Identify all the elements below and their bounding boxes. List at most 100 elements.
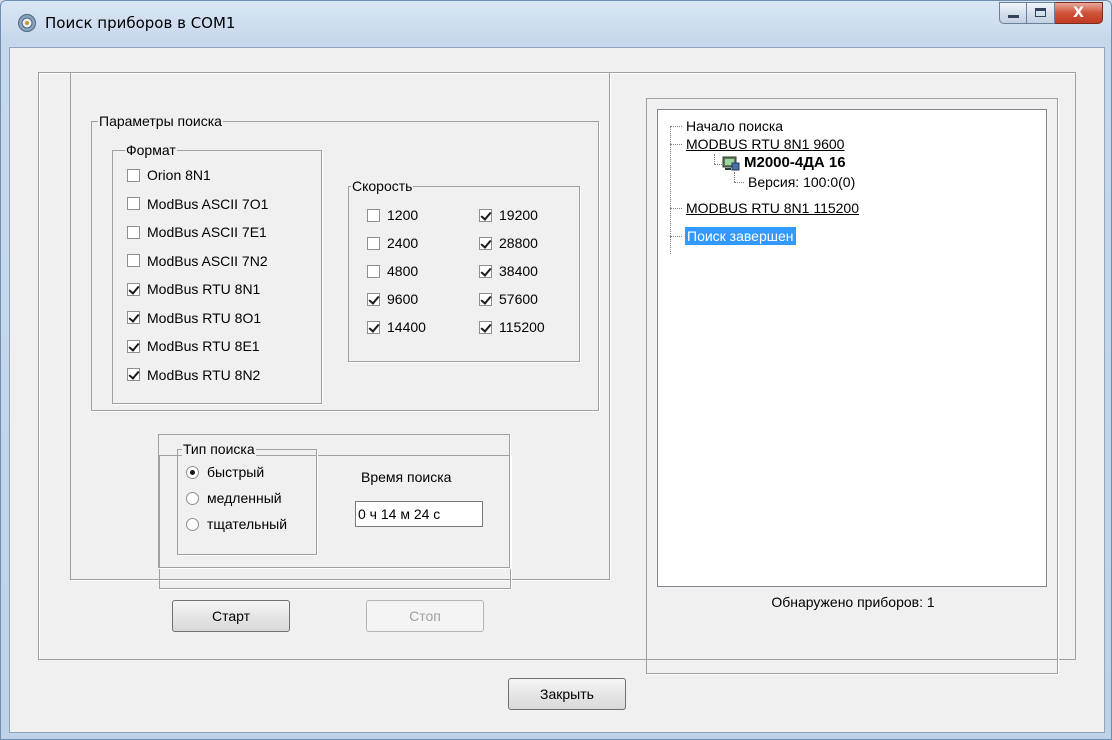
start-button[interactable]: Старт — [172, 600, 290, 632]
checkbox-unchecked-icon[interactable] — [127, 168, 140, 182]
speed-checkbox[interactable]: 4800 — [367, 261, 418, 281]
checkbox-checked-icon[interactable] — [127, 368, 140, 381]
checkbox-unchecked-icon[interactable] — [127, 197, 140, 210]
title-bar[interactable]: Поиск приборов в COM1 X — [1, 1, 1111, 47]
checkbox-unchecked-icon[interactable] — [127, 225, 140, 239]
tree-item-version[interactable]: Версия: 100:0(0) — [748, 173, 855, 191]
search-params-legend: Параметры поиска — [98, 112, 223, 130]
checkbox-unchecked-icon[interactable] — [367, 264, 380, 278]
tree-item-group-115200[interactable]: MODBUS RTU 8N1 115200 — [686, 199, 859, 217]
speed-legend: Скорость — [351, 177, 414, 195]
checkbox-label: ModBus RTU 8N1 — [147, 281, 261, 297]
radio-label: медленный — [207, 490, 282, 506]
checkbox-checked-icon[interactable] — [479, 292, 492, 306]
format-checkbox[interactable]: ModBus ASCII 7E1 — [127, 222, 267, 242]
format-checkbox[interactable]: Orion 8N1 — [127, 165, 211, 185]
dialog-client-area: Параметры поиска Формат Orion 8N1 ModBus … — [9, 47, 1105, 733]
radio-unselected-icon[interactable] — [186, 491, 199, 505]
checkbox-checked-icon[interactable] — [479, 320, 492, 334]
caption-buttons: X — [999, 2, 1103, 24]
format-checkbox[interactable]: ModBus ASCII 7N2 — [127, 251, 268, 271]
checkbox-label: 57600 — [499, 291, 538, 307]
checkbox-label: 1200 — [387, 207, 419, 223]
speed-checkbox[interactable]: 28800 — [479, 233, 538, 253]
format-checkbox[interactable]: ModBus ASCII 7O1 — [127, 194, 268, 214]
checkbox-checked-icon[interactable] — [479, 264, 492, 278]
tree-connector — [670, 144, 682, 145]
device-tree[interactable]: Начало поиска MODBUS RTU 8N1 9600 М2000-… — [657, 109, 1047, 587]
search-params-group: Параметры поиска Формат Orion 8N1 ModBus … — [91, 112, 599, 411]
maximize-button[interactable] — [1027, 2, 1055, 24]
format-legend: Формат — [125, 141, 177, 159]
search-time-field[interactable] — [355, 501, 483, 527]
format-checkbox[interactable]: ModBus RTU 8N2 — [127, 365, 260, 385]
format-checkbox[interactable]: ModBus RTU 8O1 — [127, 308, 261, 328]
format-group: Формат Orion 8N1 ModBus ASCII 7O1 ModBus A… — [112, 141, 322, 404]
minimize-button[interactable] — [999, 2, 1027, 24]
checkbox-checked-icon[interactable] — [127, 339, 140, 353]
close-window-button[interactable]: X — [1055, 2, 1103, 24]
speed-checkbox[interactable]: 2400 — [367, 233, 418, 253]
checkbox-label: 4800 — [387, 263, 419, 279]
checkbox-label: 9600 — [387, 291, 419, 307]
close-button[interactable]: Закрыть — [508, 678, 626, 710]
search-time-label: Время поиска — [361, 469, 452, 485]
radio-selected-icon[interactable] — [186, 465, 199, 479]
search-type-radio[interactable]: медленный — [186, 488, 282, 508]
stop-button[interactable]: Стоп — [366, 600, 484, 632]
tree-connector — [714, 154, 715, 164]
speed-checkbox[interactable]: 115200 — [479, 317, 545, 337]
search-type-frame: Тип поиска быстрый медленный тщательный Вр… — [158, 434, 510, 568]
checkbox-checked-icon[interactable] — [127, 311, 140, 324]
app-window: Поиск приборов в COM1 X Параметры поиска… — [0, 0, 1112, 740]
checkbox-unchecked-icon[interactable] — [127, 254, 140, 267]
checkbox-unchecked-icon[interactable] — [367, 208, 380, 222]
radio-unselected-icon[interactable] — [186, 517, 199, 531]
checkbox-unchecked-icon[interactable] — [367, 236, 380, 250]
checkbox-checked-icon[interactable] — [367, 292, 380, 306]
checkbox-label: 28800 — [499, 235, 538, 251]
checkbox-checked-icon[interactable] — [127, 282, 140, 296]
speed-checkbox[interactable]: 19200 — [479, 205, 538, 225]
search-type-radio[interactable]: быстрый — [186, 462, 264, 482]
tree-connector — [670, 126, 671, 254]
tree-item-device[interactable]: М2000-4ДА 16 — [744, 154, 846, 172]
speed-group: Скорость 1200 2400 4800 9600 14400 19200 2880… — [348, 177, 580, 362]
tree-item-finished[interactable]: Поиск завершен — [685, 227, 796, 245]
device-icon — [722, 156, 740, 171]
tree-item-root[interactable]: Начало поиска — [686, 117, 783, 135]
speed-checkbox[interactable]: 38400 — [479, 261, 538, 281]
checkbox-label: 19200 — [499, 207, 538, 223]
results-panel: Начало поиска MODBUS RTU 8N1 9600 М2000-… — [646, 98, 1058, 674]
speed-checkbox[interactable]: 14400 — [367, 317, 426, 337]
search-type-radio[interactable]: тщательный — [186, 514, 287, 534]
window-title: Поиск приборов в COM1 — [45, 14, 236, 32]
tree-connector — [670, 126, 682, 127]
checkbox-label: ModBus RTU 8E1 — [147, 338, 260, 354]
checkbox-label: Orion 8N1 — [147, 167, 211, 183]
checkbox-label: ModBus ASCII 7E1 — [147, 224, 267, 240]
checkbox-label: 14400 — [387, 319, 426, 335]
radio-label: тщательный — [207, 516, 288, 532]
checkbox-label: ModBus ASCII 7N2 — [147, 252, 268, 269]
speed-checkbox[interactable]: 1200 — [367, 205, 418, 225]
checkbox-label: 2400 — [387, 235, 419, 251]
radio-label: быстрый — [207, 464, 265, 480]
checkbox-label: ModBus RTU 8O1 — [147, 309, 262, 326]
speed-checkbox[interactable]: 9600 — [367, 289, 418, 309]
search-type-box: Тип поиска быстрый медленный тщательный — [177, 440, 317, 555]
tree-connector — [734, 182, 744, 183]
format-checkbox[interactable]: ModBus RTU 8N1 — [127, 279, 260, 299]
speed-checkbox[interactable]: 57600 — [479, 289, 538, 309]
format-checkbox[interactable]: ModBus RTU 8E1 — [127, 336, 260, 356]
gear-icon — [18, 14, 36, 32]
maximize-icon — [1035, 8, 1046, 17]
tree-item-group-9600[interactable]: MODBUS RTU 8N1 9600 — [686, 135, 844, 153]
tree-connector — [670, 236, 682, 237]
checkbox-label: 115200 — [499, 319, 545, 335]
checkbox-checked-icon[interactable] — [479, 236, 492, 250]
checkbox-checked-icon[interactable] — [479, 208, 492, 222]
minimize-icon — [1008, 15, 1019, 18]
checkbox-checked-icon[interactable] — [367, 320, 380, 334]
tree-connector — [734, 172, 735, 182]
